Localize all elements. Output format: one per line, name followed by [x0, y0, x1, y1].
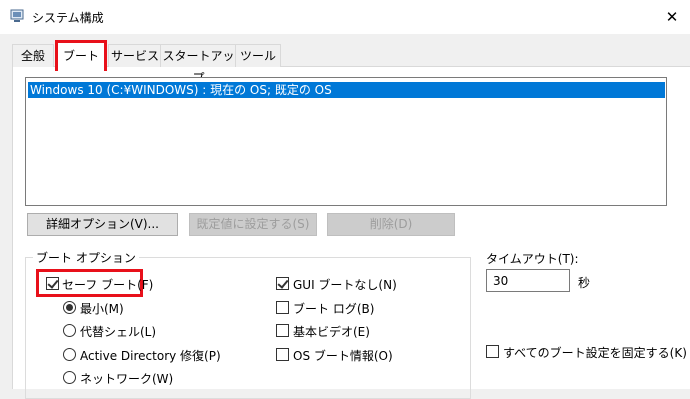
set-as-default-button[interactable]: 既定値に設定する(S): [189, 213, 317, 236]
no-gui-boot-checkbox[interactable]: [276, 277, 289, 290]
minimal-label: 最小(M): [80, 302, 124, 316]
no-gui-boot-label: GUI ブートなし(N): [293, 278, 397, 292]
network-label: ネットワーク(W): [80, 372, 174, 386]
os-boot-info-label: OS ブート情報(O): [293, 349, 393, 363]
title-bar: システム構成 ✕: [0, 0, 690, 34]
os-boot-info-checkbox[interactable]: [276, 348, 289, 361]
active-directory-repair-label: Active Directory 修復(P): [80, 349, 221, 363]
make-permanent-checkbox[interactable]: [486, 345, 499, 358]
window-title: システム構成: [32, 11, 104, 25]
timeout-unit: 秒: [578, 276, 591, 290]
tab-boot[interactable]: ブート: [55, 40, 107, 71]
tab-general[interactable]: 全般: [12, 44, 54, 67]
alternate-shell-radio[interactable]: [63, 324, 76, 337]
advanced-options-button[interactable]: 詳細オプション(V)...: [27, 213, 178, 236]
safe-boot-label: セーフ ブート(F): [62, 278, 154, 292]
base-video-label: 基本ビデオ(E): [293, 325, 370, 339]
boot-options-legend: ブート オプション: [33, 249, 139, 266]
os-list-item[interactable]: Windows 10 (C:¥WINDOWS) : 現在の OS; 既定の OS: [28, 82, 665, 98]
minimal-radio[interactable]: [63, 301, 76, 314]
network-radio[interactable]: [63, 371, 76, 384]
tab-startup[interactable]: スタートアップ: [160, 44, 237, 85]
timeout-label: タイムアウト(T):: [486, 252, 579, 266]
make-permanent-label: すべてのブート設定を固定する(K): [503, 346, 687, 360]
os-list[interactable]: Windows 10 (C:¥WINDOWS) : 現在の OS; 既定の OS: [25, 77, 667, 206]
timeout-input[interactable]: [486, 269, 570, 292]
system-config-icon: [10, 9, 24, 22]
active-directory-repair-radio[interactable]: [63, 348, 76, 361]
tab-services[interactable]: サービス: [108, 44, 162, 67]
close-button[interactable]: ✕: [654, 0, 690, 34]
alternate-shell-label: 代替シェル(L): [80, 325, 157, 339]
close-icon: ✕: [665, 8, 679, 26]
tab-tools[interactable]: ツール: [235, 44, 281, 67]
boot-log-label: ブート ログ(B): [293, 302, 375, 316]
safe-boot-checkbox[interactable]: [46, 277, 59, 290]
delete-button[interactable]: 削除(D): [327, 213, 455, 236]
boot-log-checkbox[interactable]: [276, 301, 289, 314]
base-video-checkbox[interactable]: [276, 324, 289, 337]
